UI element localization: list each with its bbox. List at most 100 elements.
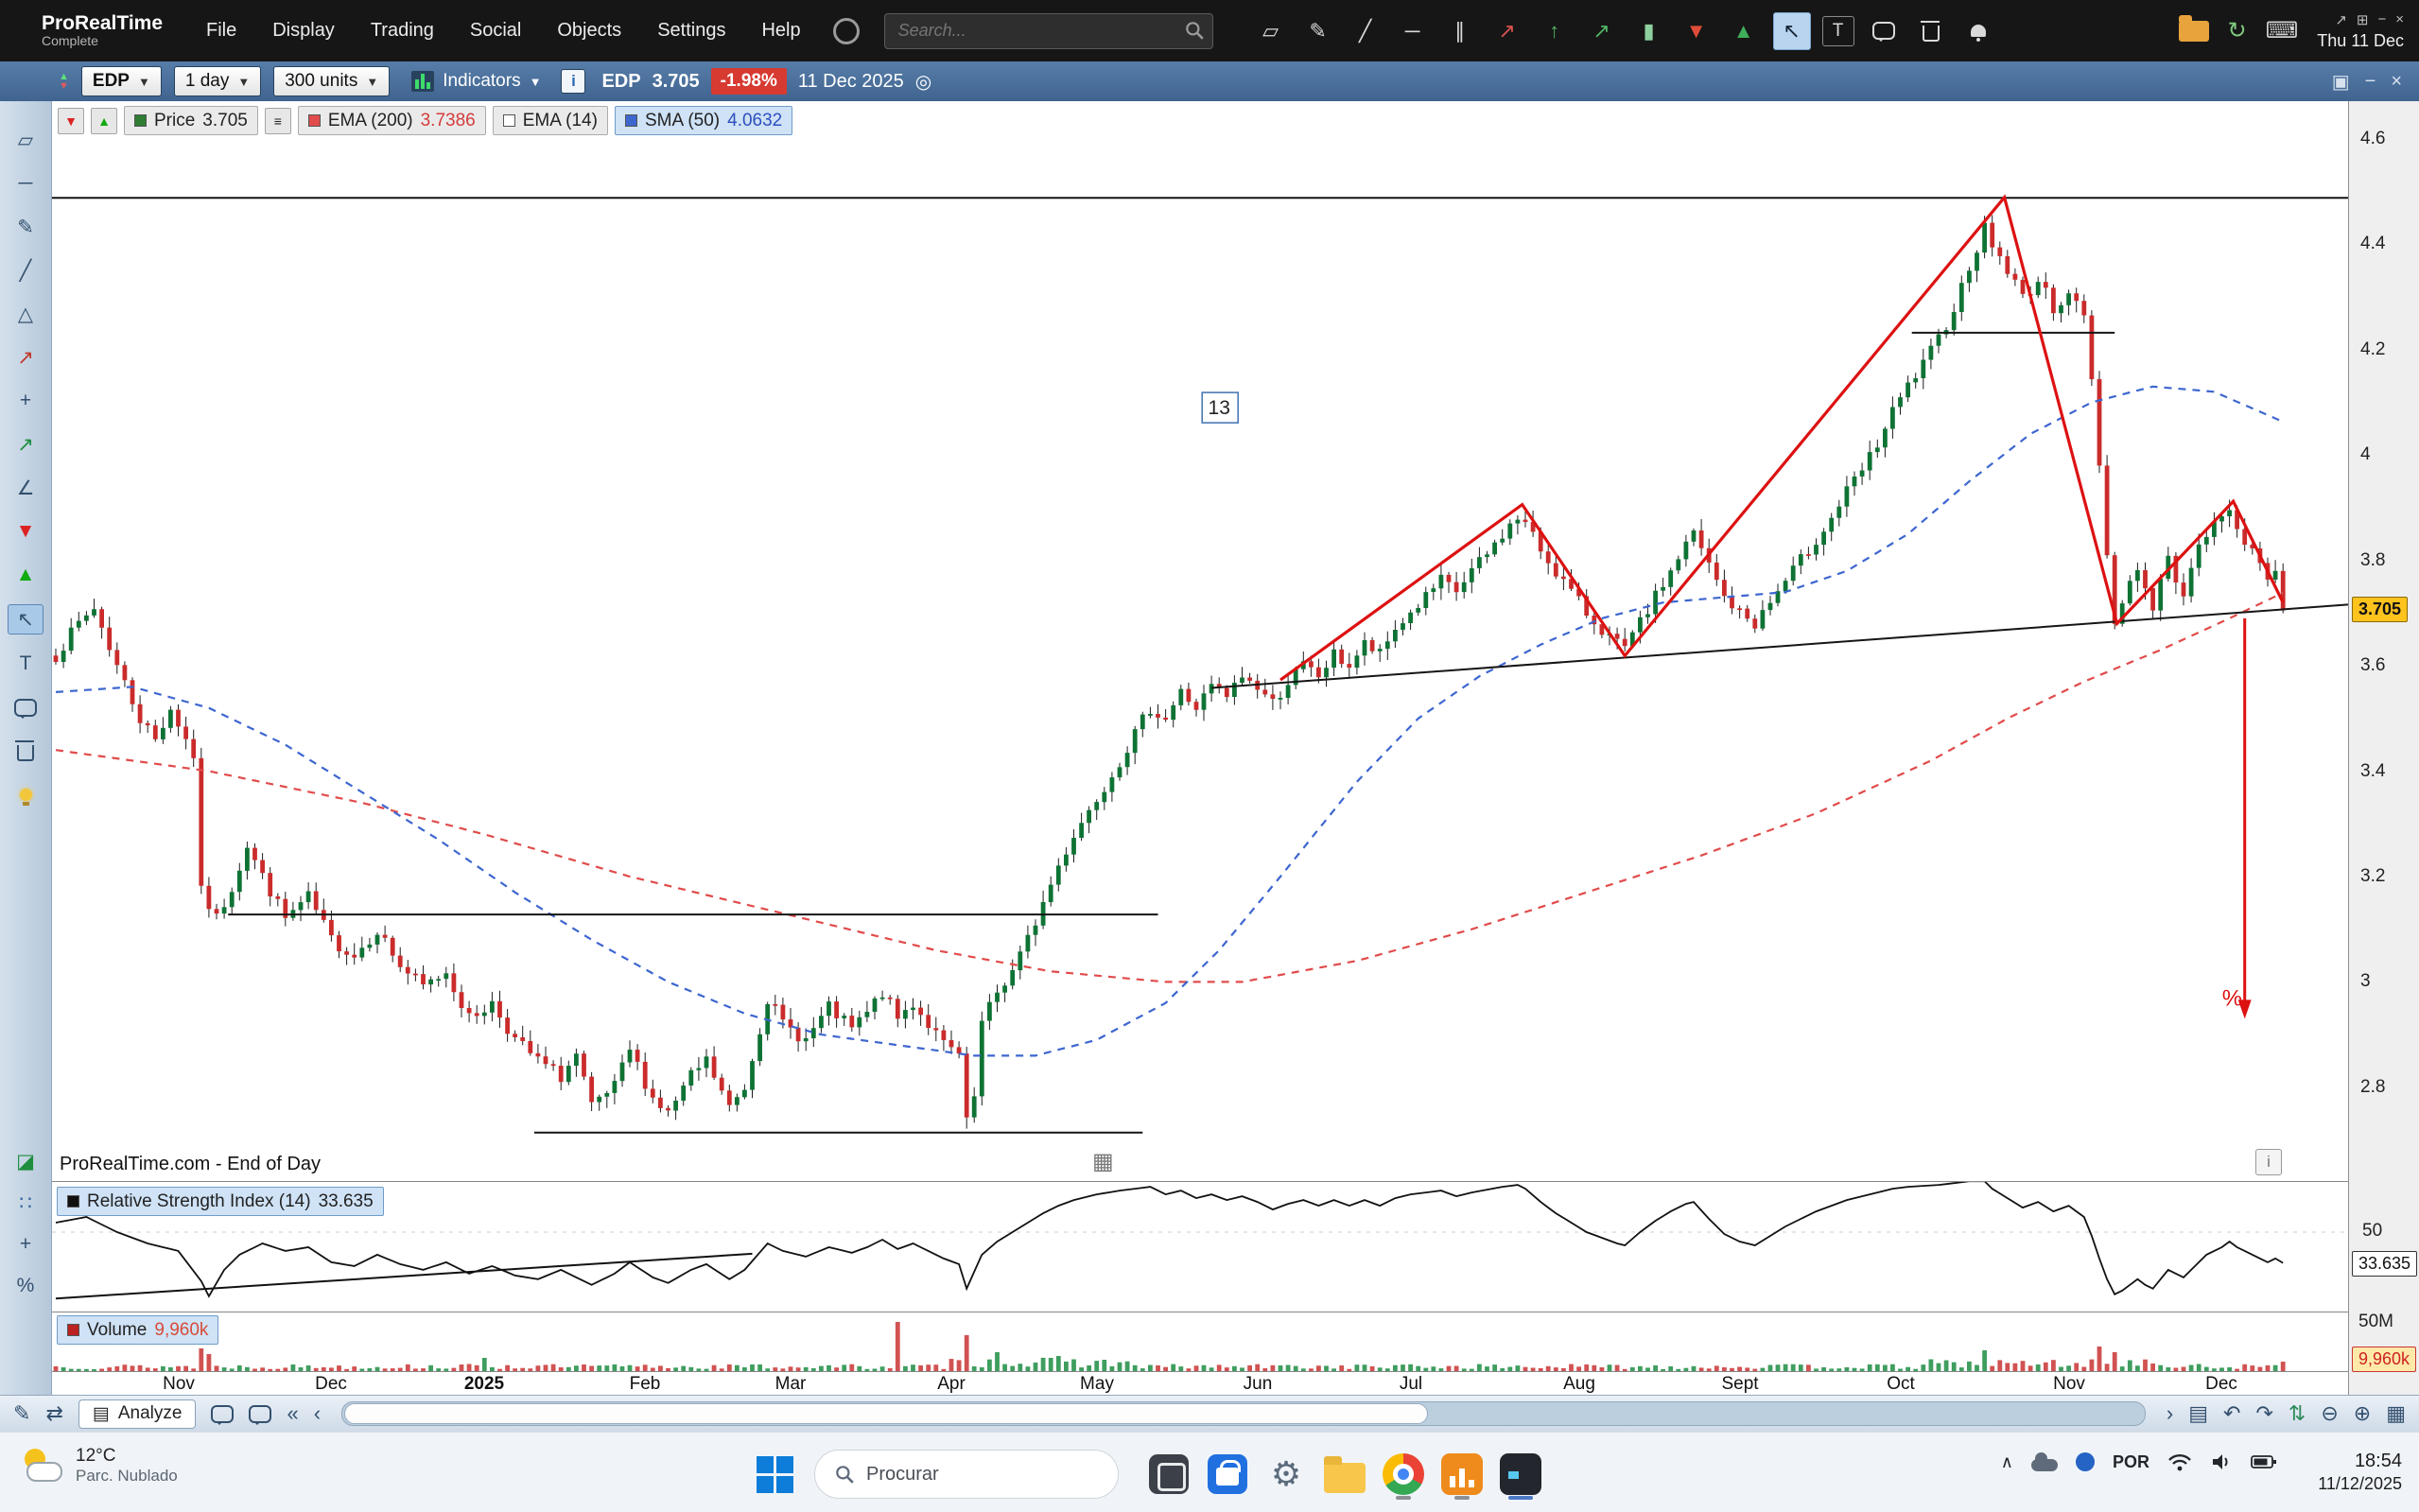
cursor-icon[interactable]: ↖ [1773, 12, 1811, 50]
scroll-start-icon[interactable]: « [287, 1401, 298, 1426]
buy-marker-icon[interactable]: ▲ [1726, 13, 1762, 49]
legend-ema200[interactable]: EMA (200)3.7386 [298, 106, 486, 135]
alerts-icon[interactable] [1960, 13, 1996, 49]
minimize-chart-icon[interactable]: − [2365, 71, 2376, 93]
text-icon[interactable]: T [1822, 16, 1854, 46]
chart-info-icon[interactable]: i [2255, 1149, 2282, 1175]
language-indicator[interactable]: POR [2113, 1452, 2149, 1472]
freehand-icon[interactable]: ✎ [1300, 13, 1336, 49]
zoom-out-icon[interactable]: ⊖ [2321, 1401, 2338, 1426]
volume-panel[interactable]: Volume9,960k [52, 1312, 2348, 1371]
legend-ema14[interactable]: EMA (14) [493, 106, 608, 135]
tray-chevron-icon[interactable]: ∧ [2001, 1452, 2013, 1472]
candle-tool-icon[interactable]: ▮ [1631, 13, 1667, 49]
scrollbar-thumb[interactable] [344, 1403, 1428, 1424]
scroll-right-icon[interactable]: › [2167, 1401, 2173, 1426]
keyboard-icon[interactable]: ⌨ [2266, 17, 2299, 44]
legend-price[interactable]: Price3.705 [124, 106, 258, 135]
menu-file[interactable]: File [206, 20, 236, 42]
percent-icon[interactable]: % [9, 1272, 43, 1300]
menu-objects[interactable]: Objects [557, 20, 621, 42]
refresh-icon[interactable]: ↻ [2228, 17, 2247, 44]
minimize-icon[interactable]: − [2377, 11, 2386, 28]
widgets-weather-button[interactable]: 12°C Parc. Nublado [21, 1446, 178, 1486]
legend-sma50[interactable]: SMA (50)4.0632 [615, 106, 792, 135]
red-arrow-icon[interactable]: ↗ [1489, 13, 1525, 49]
detach-icon[interactable]: ↗ [2335, 11, 2347, 28]
line-icon[interactable]: ╱ [1348, 13, 1384, 49]
crosshair-icon[interactable]: + [9, 387, 43, 415]
arrow-red-icon[interactable]: ↗ [9, 343, 43, 372]
workspace-folder-icon[interactable] [2179, 21, 2209, 42]
share-icon[interactable]: ⇄ [45, 1401, 62, 1426]
store-icon[interactable] [1198, 1448, 1257, 1501]
chart-scrollbar[interactable] [341, 1401, 2146, 1426]
screenshot-icon[interactable]: ▣ [2332, 70, 2350, 94]
pencil-icon[interactable]: ✎ [9, 213, 43, 241]
segment-icon[interactable]: ─ [9, 169, 43, 198]
sell-arrow-icon[interactable]: ▼ [9, 517, 43, 546]
buy-button[interactable]: ▲ [91, 108, 117, 134]
help-ring-icon[interactable] [833, 18, 860, 44]
dots-grid-icon[interactable]: ∷ [9, 1189, 43, 1217]
idea-icon[interactable] [9, 780, 43, 808]
draw-icon[interactable]: ✎ [13, 1401, 30, 1426]
settings-gear-icon[interactable]: ⚙ [1257, 1448, 1315, 1501]
redo-icon[interactable]: ↷ [2255, 1401, 2272, 1426]
task-view-icon[interactable] [1140, 1448, 1198, 1501]
text-tool-icon[interactable]: T [9, 650, 43, 678]
info-icon[interactable]: i [561, 69, 585, 94]
wifi-icon[interactable] [2167, 1451, 2192, 1472]
chat-icon[interactable] [249, 1405, 271, 1423]
main-chart-svg[interactable]: %13 [52, 101, 2348, 1181]
cursor-icon[interactable]: ↖ [8, 604, 44, 634]
channel-icon[interactable]: ∥ [1442, 13, 1478, 49]
menu-social[interactable]: Social [470, 20, 521, 42]
menu-trading[interactable]: Trading [371, 20, 434, 42]
trash-icon[interactable] [1913, 13, 1949, 49]
timeframe-select[interactable]: 1 day▼ [174, 66, 261, 96]
taskbar-search[interactable]: Procurar [814, 1450, 1119, 1499]
sell-button[interactable]: ▼ [58, 108, 84, 134]
bubble-tool-icon[interactable] [9, 693, 43, 721]
trendline-icon[interactable]: ╱ [9, 256, 43, 285]
scroll-left-icon[interactable]: ‹ [314, 1401, 321, 1426]
ruler-icon[interactable]: ▱ [1253, 13, 1289, 49]
chart-green-icon[interactable]: ◪ [9, 1147, 43, 1175]
search-input[interactable] [884, 13, 1213, 49]
up-arrow-icon[interactable]: ↑ [1537, 13, 1573, 49]
undo-icon[interactable]: ↶ [2223, 1401, 2240, 1426]
measure-icon[interactable]: ∠ [9, 474, 43, 502]
file-explorer-icon[interactable] [1315, 1448, 1374, 1501]
security-icon[interactable] [2076, 1452, 2095, 1471]
sell-marker-icon[interactable]: ▼ [1679, 13, 1714, 49]
analyze-button[interactable]: ▤ Analyze [78, 1399, 197, 1429]
prorealtime-icon[interactable] [1433, 1448, 1491, 1501]
volume-icon[interactable] [2210, 1451, 2233, 1472]
battery-icon[interactable] [2251, 1454, 2277, 1469]
menu-display[interactable]: Display [272, 20, 335, 42]
move-icon[interactable]: + [9, 1230, 43, 1259]
onedrive-icon[interactable] [2031, 1459, 2058, 1471]
rsi-legend[interactable]: Relative Strength Index (14)33.635 [57, 1187, 384, 1216]
print-icon[interactable]: ▤ [2188, 1401, 2208, 1426]
list-button[interactable]: ≡ [265, 108, 291, 134]
menu-settings[interactable]: Settings [657, 20, 725, 42]
candlestick-chart-panel[interactable]: ▼ ▲ Price3.705 ≡ EMA (200)3.7386 EMA (14… [52, 101, 2348, 1181]
target-icon[interactable]: ◎ [915, 70, 931, 94]
units-select[interactable]: 300 units▼ [273, 66, 390, 96]
menu-help[interactable]: Help [761, 20, 800, 42]
hline-icon[interactable]: ─ [1395, 13, 1431, 49]
diag-arrow-icon[interactable]: ↗ [1584, 13, 1620, 49]
comment-icon[interactable] [211, 1405, 234, 1423]
terminal-app-icon[interactable] [1491, 1448, 1550, 1501]
angle-icon[interactable]: △ [9, 300, 43, 328]
rsi-panel[interactable]: Relative Strength Index (14)33.635 [52, 1181, 2348, 1312]
arrow-green-icon[interactable]: ↗ [9, 430, 43, 459]
close-icon[interactable]: × [2395, 11, 2404, 28]
calendar-icon[interactable]: ▦ [1092, 1148, 1114, 1175]
transfer-icon[interactable]: ⇅ [2288, 1401, 2306, 1426]
symbol-select[interactable]: EDP▼ [81, 66, 162, 96]
close-chart-icon[interactable]: × [2391, 71, 2402, 93]
buy-arrow-icon[interactable]: ▲ [9, 561, 43, 589]
